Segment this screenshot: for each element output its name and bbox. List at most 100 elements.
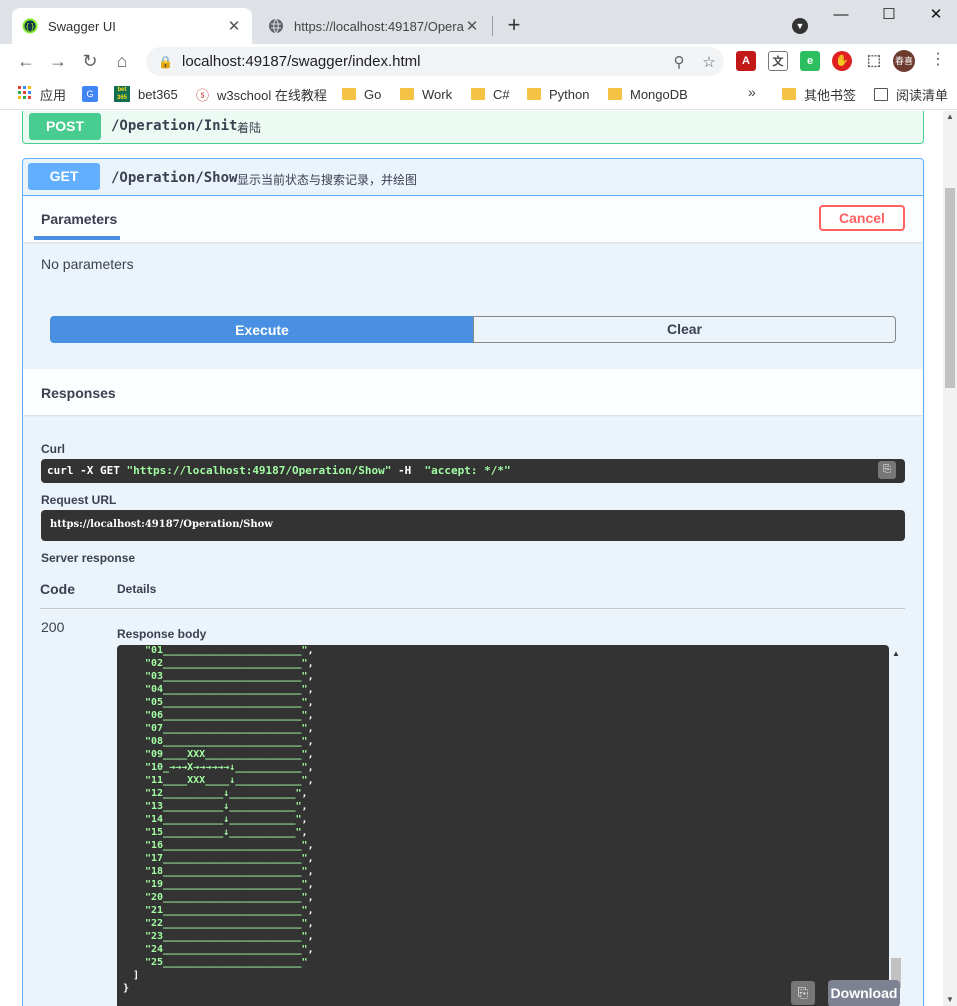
copy-icon[interactable]: ⎘ <box>791 981 815 1005</box>
response-close-bracket: ] <box>133 970 140 981</box>
response-line: "22_______________________", <box>145 918 314 929</box>
parameters-header: Parameters Cancel <box>23 196 923 242</box>
reading-list-icon <box>874 87 888 101</box>
curl-url: "https://localhost:49187/Operation/Show" <box>126 464 392 477</box>
bookmark-label: MongoDB <box>630 86 688 102</box>
adblock-icon[interactable]: ✋ <box>832 51 852 71</box>
cancel-button[interactable]: Cancel <box>819 205 905 231</box>
download-button[interactable]: Download <box>828 980 900 1006</box>
bookmark-mongodb[interactable]: MongoDB <box>608 84 688 104</box>
response-line-string: "25_______________________" <box>145 957 308 968</box>
bookmark-label: Python <box>549 86 590 102</box>
tab-swagger-ui[interactable]: {} Swagger UI ✕ <box>12 8 252 44</box>
response-body[interactable]: "00_______________________","01_________… <box>117 645 889 1006</box>
clear-button[interactable]: Clear <box>473 316 896 343</box>
curl-accept: "accept: */*" <box>424 464 511 477</box>
bookmark-other[interactable]: 其他书签 <box>782 84 856 104</box>
minimize-button[interactable]: — <box>818 4 864 26</box>
curl-prefix: curl -X GET <box>47 464 127 477</box>
response-line: "15__________↓___________", <box>145 827 308 838</box>
bookmark-go[interactable]: Go <box>342 84 381 104</box>
page-scroll-thumb[interactable] <box>945 188 955 388</box>
response-line: "24_______________________", <box>145 944 314 955</box>
bookmark-w3school[interactable]: ⓢ w3school 在线教程 <box>196 84 327 104</box>
scroll-up-icon[interactable]: ▲ <box>892 649 900 658</box>
response-line-string: "19_______________________" <box>145 879 308 890</box>
response-scrollbar[interactable]: ▲ <box>889 645 903 1006</box>
url-text[interactable]: localhost:49187/swagger/index.html <box>182 53 664 70</box>
maximize-button[interactable]: ☐ <box>866 4 912 26</box>
tab-operation-show[interactable]: https://localhost:49187/Opera ✕ <box>258 8 490 44</box>
translate-icon[interactable]: 文 <box>768 51 788 71</box>
globe-icon <box>268 18 284 34</box>
copy-icon[interactable]: ⎘ <box>878 461 896 479</box>
response-line: "25_______________________" <box>123 956 314 969</box>
address-bar[interactable]: 🔒 localhost:49187/swagger/index.html ⚲ ☆ <box>146 47 724 76</box>
tab-search-icon[interactable]: ▼ <box>792 18 808 34</box>
opblock-summary[interactable]: GET /Operation/Show 显示当前状态与搜索记录，并绘图 <box>23 159 923 196</box>
close-window-button[interactable]: ✕ <box>913 4 957 26</box>
back-button[interactable]: ← <box>14 49 38 73</box>
pdf-icon[interactable]: A <box>736 51 756 71</box>
bookmark-label: bet365 <box>138 86 178 102</box>
bookmark-work[interactable]: Work <box>400 84 452 104</box>
response-line-string: "10_→→→X→→→→→→↓___________" <box>145 762 308 773</box>
response-line-string: "06_______________________" <box>145 710 308 721</box>
menu-icon[interactable]: ⋮ <box>930 49 946 69</box>
response-line-string: "05_______________________" <box>145 697 308 708</box>
operation-summary: 显示当前状态与搜索记录，并绘图 <box>237 173 418 187</box>
bookmark-reading-list[interactable]: 阅读清单 <box>874 84 948 104</box>
execute-button[interactable]: Execute <box>50 316 474 343</box>
response-line: "11____XXX____↓___________", <box>145 775 314 786</box>
response-line-string: "01_______________________" <box>145 645 308 656</box>
bookmarks-bar: 应用 G bet 365 bet365 ⓢ w3school 在线教程 Go Wo… <box>0 78 957 110</box>
parameters-title[interactable]: Parameters <box>41 211 117 227</box>
bookmark-bet365[interactable]: bet 365 bet365 <box>114 84 178 104</box>
response-line-string: "08_______________________" <box>145 736 308 747</box>
close-icon[interactable]: ✕ <box>226 17 242 35</box>
puzzle-icon[interactable]: ⬚ <box>864 51 884 71</box>
opblock-get-show: GET /Operation/Show 显示当前状态与搜索记录，并绘图 Para… <box>22 158 924 1006</box>
folder-icon <box>400 88 414 100</box>
google-translate-icon[interactable]: G <box>82 84 98 104</box>
request-url[interactable]: https://localhost:49187/Operation/Show <box>41 510 905 541</box>
browser-tab-strip: {} Swagger UI ✕ https://localhost:49187/… <box>0 0 957 44</box>
bookmark-python[interactable]: Python <box>527 84 589 104</box>
scroll-down-icon[interactable]: ▼ <box>946 995 954 1004</box>
home-button[interactable]: ⌂ <box>110 49 134 73</box>
zoom-icon[interactable]: ⚲ <box>664 53 694 71</box>
response-line-string: "14__________↓___________" <box>145 814 302 825</box>
forward-button[interactable]: → <box>46 49 70 73</box>
bookmark-apps[interactable]: 应用 <box>18 84 66 104</box>
method-badge-post: POST <box>29 113 101 140</box>
close-icon[interactable]: ✕ <box>464 17 480 35</box>
response-body-label: Response body <box>117 627 207 641</box>
responses-title: Responses <box>41 385 116 401</box>
response-line-string: "15__________↓___________" <box>145 827 302 838</box>
folder-icon <box>471 88 485 100</box>
details-column-header: Details <box>117 582 157 596</box>
page-scrollbar[interactable]: ▲ ▼ <box>943 111 957 1006</box>
reload-button[interactable]: ↻ <box>78 49 102 73</box>
bookmark-label: Go <box>364 86 382 102</box>
curl-header-flag: -H <box>391 464 425 477</box>
scroll-up-icon[interactable]: ▲ <box>946 112 954 121</box>
response-line: "03_______________________", <box>145 671 314 682</box>
folder-icon <box>342 88 356 100</box>
curl-command[interactable]: curl -X GET "https://localhost:49187/Ope… <box>41 459 905 483</box>
opblock-post-init[interactable]: POST /Operation/Init 着陆 <box>22 111 924 144</box>
response-line-string: "12__________↓___________" <box>145 788 302 799</box>
evernote-icon[interactable]: e <box>800 51 820 71</box>
response-line: "04_______________________", <box>145 684 314 695</box>
bookmark-csharp[interactable]: C# <box>471 84 510 104</box>
response-line-string: "02_______________________" <box>145 658 308 669</box>
tab-title: https://localhost:49187/Opera <box>294 18 464 34</box>
avatar[interactable]: 春喜 <box>893 50 915 72</box>
response-line-string: "03_______________________" <box>145 671 308 682</box>
bookmarks-overflow-button[interactable]: » <box>748 84 756 100</box>
new-tab-button[interactable]: + <box>502 14 526 36</box>
lock-icon[interactable]: 🔒 <box>158 55 173 69</box>
star-icon[interactable]: ☆ <box>694 53 724 71</box>
response-line: "05_______________________", <box>145 697 314 708</box>
response-line-string: "11____XXX____↓___________" <box>145 775 308 786</box>
